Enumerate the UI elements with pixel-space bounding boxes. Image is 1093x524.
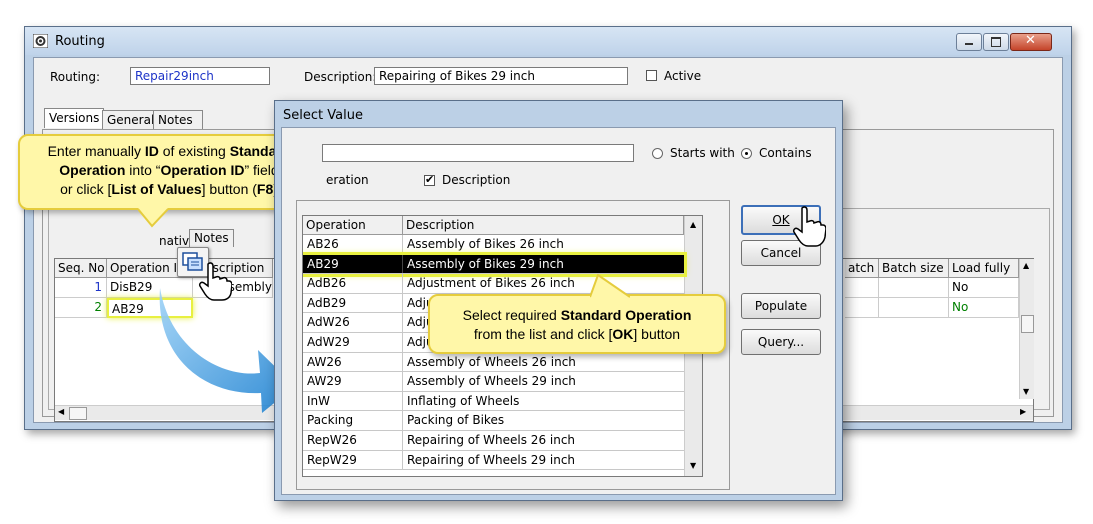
callout-select-op: Select required Standard Operation from … — [428, 274, 726, 354]
contains-label: Contains — [759, 146, 812, 160]
scroll-up-icon: ▲ — [1023, 261, 1030, 270]
starts-with-radio[interactable] — [652, 148, 663, 159]
row1-load[interactable]: No — [949, 278, 1019, 298]
col-operation[interactable]: Operation — [303, 216, 403, 235]
app-gear-icon — [32, 33, 49, 49]
list-item[interactable]: AB26 Assembly of Bikes 26 inch — [303, 235, 684, 255]
subtab-notes[interactable]: Notes — [189, 229, 234, 247]
row1-batch-size[interactable] — [879, 278, 949, 298]
minimize-button[interactable] — [956, 33, 982, 51]
tab-versions[interactable]: Versions — [44, 108, 105, 128]
col-batch[interactable]: atch — [845, 259, 879, 278]
description-checkbox[interactable] — [424, 173, 435, 186]
maximize-button[interactable] — [983, 33, 1009, 51]
row2-load[interactable]: No — [949, 298, 1019, 318]
contains-radio[interactable] — [741, 148, 752, 159]
list-scroll-down-icon: ▼ — [690, 461, 697, 470]
list-item[interactable]: Packing Packing of Bikes — [303, 411, 684, 431]
hand-cursor-icon — [199, 262, 232, 301]
list-scroll-up-icon: ▲ — [690, 220, 697, 229]
list-item-selected[interactable]: AB29 Assembly of Bikes 29 inch — [303, 251, 687, 278]
filter-input[interactable] — [322, 144, 634, 162]
col-description[interactable]: Description — [403, 216, 684, 235]
row2-batch[interactable] — [845, 298, 879, 318]
scroll-left-icon: ◀ — [58, 407, 65, 416]
description-label: Description: — [304, 70, 377, 84]
routing-field[interactable]: Repair29inch — [130, 67, 270, 85]
scroll-right-icon: ▶ — [1020, 407, 1027, 416]
starts-with-label: Starts with — [670, 146, 735, 160]
maximize-icon — [991, 37, 1001, 47]
vscroll-thumb[interactable] — [1021, 315, 1034, 333]
list-item[interactable]: RepW29 Repairing of Wheels 29 inch — [303, 450, 684, 471]
close-icon: ✕ — [1025, 33, 1036, 48]
populate-button[interactable]: Populate — [741, 293, 821, 319]
operation-check-label: eration — [326, 173, 369, 187]
col-batch-size[interactable]: Batch size — [879, 259, 949, 278]
routing-label: Routing: — [50, 70, 101, 84]
scroll-down-icon: ▼ — [1023, 387, 1030, 396]
col-seq-no[interactable]: Seq. No — [55, 259, 107, 278]
hscroll-thumb[interactable] — [69, 407, 87, 420]
dialog-title: Select Value — [283, 108, 363, 123]
row2-batch-size[interactable] — [879, 298, 949, 318]
list-item[interactable]: AW29 Assembly of Wheels 29 inch — [303, 372, 684, 392]
title-bar[interactable]: Routing ✕ — [25, 27, 1071, 55]
tab-notes[interactable]: Notes — [153, 110, 203, 130]
row1-seq[interactable]: 1 — [55, 278, 107, 298]
active-checkbox[interactable] — [646, 70, 657, 81]
list-item[interactable]: RepW26 Repairing of Wheels 26 inch — [303, 431, 684, 451]
minimize-icon — [965, 43, 973, 45]
hand-cursor-ok-icon — [793, 206, 826, 247]
close-button[interactable]: ✕ — [1010, 33, 1052, 51]
list-item[interactable]: InW Inflating of Wheels — [303, 391, 684, 412]
description-check-label: Description — [442, 173, 511, 187]
query-button[interactable]: Query... — [741, 329, 821, 355]
callout-tail — [590, 274, 630, 298]
row1-batch[interactable] — [845, 278, 879, 298]
description-field[interactable]: Repairing of Bikes 29 inch — [374, 67, 628, 85]
window-title: Routing — [55, 34, 105, 49]
tab-general[interactable]: General — [102, 110, 160, 130]
list-item[interactable]: AW26 Assembly of Wheels 26 inch — [303, 352, 684, 373]
row2-seq[interactable]: 2 — [55, 298, 107, 318]
callout-tail — [138, 208, 168, 228]
grid-vscrollbar[interactable]: ▲ ▼ — [1019, 259, 1034, 399]
col-load-fully[interactable]: Load fully — [949, 259, 1019, 278]
active-label: Active — [664, 69, 702, 83]
